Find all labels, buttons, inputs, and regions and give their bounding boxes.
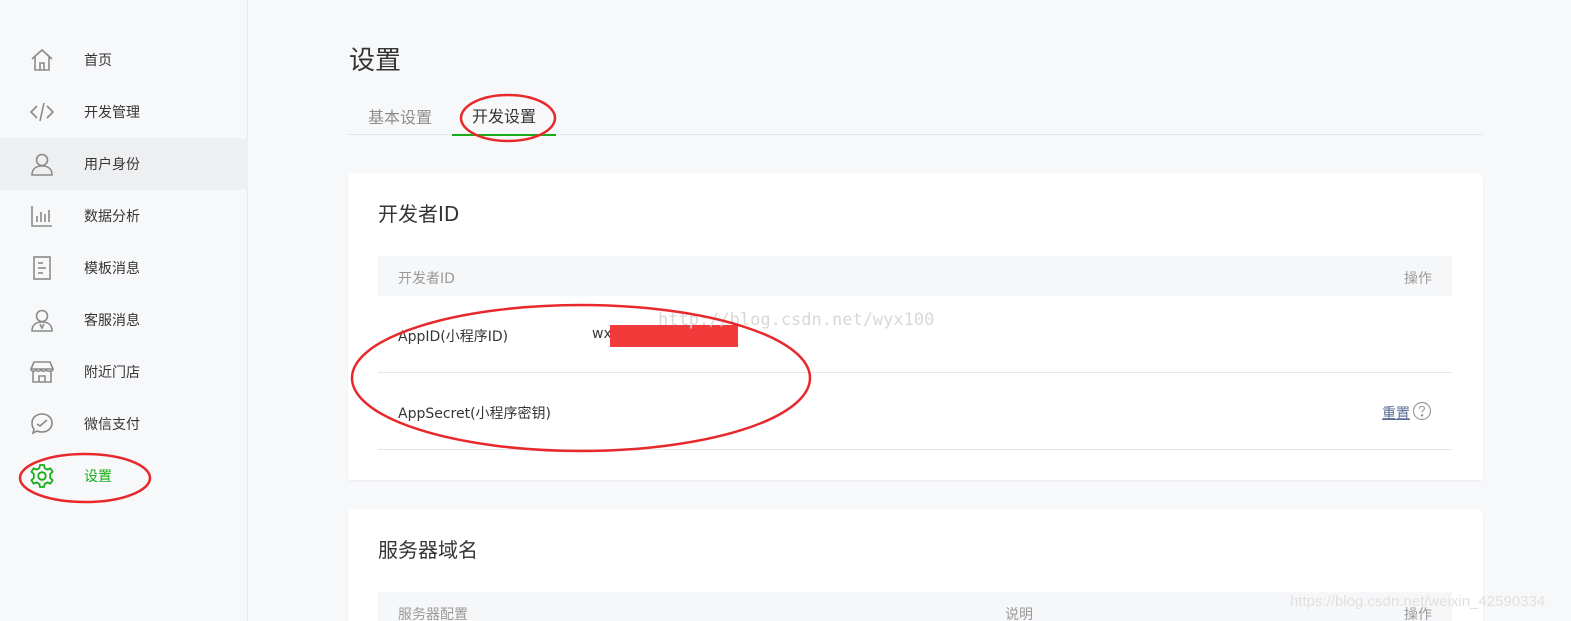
watermark-blog: http://blog.csdn.net/wyx100 [658, 310, 935, 330]
page-title: 设置 [349, 46, 402, 76]
tab-basic-settings[interactable]: 基本设置 [348, 96, 452, 135]
store-icon [29, 359, 55, 385]
tab-dev-settings[interactable]: 开发设置 [452, 96, 556, 136]
code-icon [29, 99, 55, 125]
sidebar-nav: 首页 开发管理 用户身份 数据分析 模板消息 客服消息 附近门店 微信支付 设置 [0, 34, 248, 502]
sidebar-item-label: 首页 [84, 53, 112, 69]
sidebar-item-nearby-store[interactable]: 附近门店 [0, 346, 248, 398]
header-operation: 操作 [1404, 271, 1432, 287]
reset-secret-link[interactable]: 重置 [1382, 403, 1410, 423]
sidebar-item-wechat-pay[interactable]: 微信支付 [0, 398, 248, 450]
sidebar-item-template-message[interactable]: 模板消息 [0, 242, 248, 294]
sidebar-item-label: 开发管理 [84, 105, 140, 121]
sidebar-item-dev-management[interactable]: 开发管理 [0, 86, 248, 138]
appsecret-label: AppSecret(小程序密钥) [398, 406, 552, 422]
gear-icon [29, 463, 55, 489]
tab-bar: 基本设置 开发设置 [348, 96, 1483, 136]
sidebar-item-label: 模板消息 [84, 261, 140, 277]
table-row-appsecret: AppSecret(小程序密钥) 重置 [378, 373, 1452, 450]
watermark-footer: https://blog.csdn.net/weixin_42590334 [1290, 593, 1546, 610]
wechat-pay-icon [29, 411, 55, 437]
appid-label: AppID(小程序ID) [398, 329, 509, 345]
sidebar-item-data-analysis[interactable]: 数据分析 [0, 190, 248, 242]
home-icon [29, 47, 55, 73]
sidebar-item-label: 附近门店 [84, 365, 140, 381]
document-icon [29, 255, 55, 281]
sidebar-item-label: 设置 [84, 469, 112, 485]
header-dev-id: 开发者ID [398, 271, 455, 287]
sidebar-item-home[interactable]: 首页 [0, 34, 248, 86]
sidebar: 首页 开发管理 用户身份 数据分析 模板消息 客服消息 附近门店 微信支付 设置 [0, 0, 248, 621]
header-server-config: 服务器配置 [398, 607, 468, 621]
sidebar-item-label: 数据分析 [84, 209, 140, 225]
table-row-appid: AppID(小程序ID) wx [378, 296, 1452, 373]
header-description: 说明 [1005, 607, 1033, 621]
sidebar-item-settings[interactable]: 设置 [0, 450, 248, 502]
customer-service-icon [29, 307, 55, 333]
sidebar-item-customer-service[interactable]: 客服消息 [0, 294, 248, 346]
sidebar-item-user-identity[interactable]: 用户身份 [0, 138, 248, 190]
sidebar-item-label: 客服消息 [84, 313, 140, 329]
user-icon [29, 151, 55, 177]
chart-icon [29, 203, 55, 229]
dev-id-table-header: 开发者ID 操作 [378, 256, 1452, 296]
appid-value: wx [592, 326, 612, 342]
question-circle-icon[interactable] [1412, 401, 1432, 421]
sidebar-item-label: 用户身份 [84, 157, 140, 173]
sidebar-item-label: 微信支付 [84, 417, 140, 433]
dev-id-card-title: 开发者ID [378, 202, 460, 226]
server-domain-card-title: 服务器域名 [378, 538, 478, 562]
